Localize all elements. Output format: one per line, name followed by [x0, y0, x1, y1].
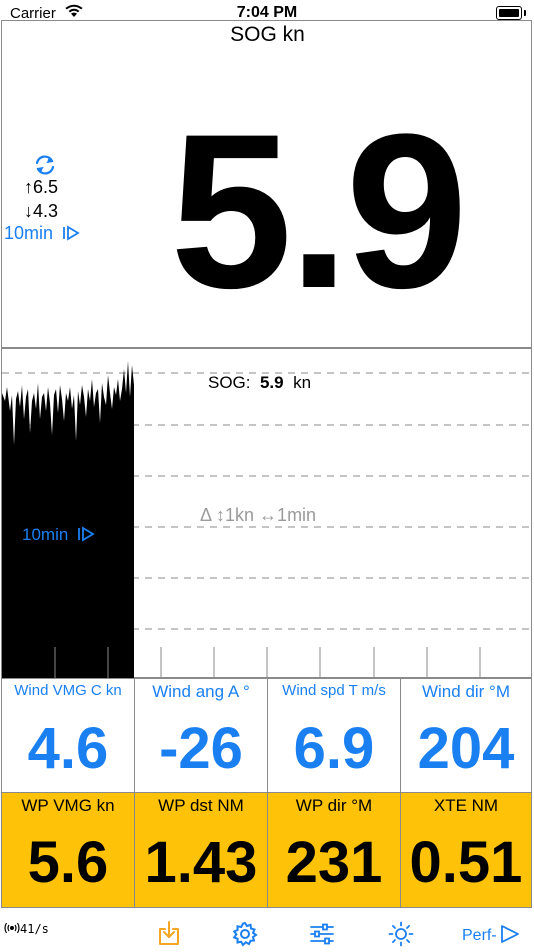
tile-wind-vmg[interactable]: Wind VMG C kn 4.6 — [1, 678, 135, 793]
tile-label: Wind spd T m/s — [282, 682, 386, 699]
update-rate: 41/s — [4, 922, 49, 936]
tile-value: 231 — [285, 830, 383, 895]
play-step-icon — [78, 526, 96, 542]
chart-label-unit: kn — [293, 373, 312, 392]
tile-wind-direction[interactable]: Wind dir °M 204 — [400, 678, 532, 793]
chart-label-value: 5.9 — [259, 373, 284, 392]
chart-range-button[interactable]: 10min — [22, 525, 96, 545]
brightness-icon[interactable] — [388, 921, 414, 952]
tile-xte[interactable]: XTE NM 0.51 — [400, 792, 532, 908]
sog-history-area — [2, 361, 134, 679]
tile-value: -26 — [159, 716, 243, 781]
range-label: 10min — [4, 223, 54, 243]
chart-label-name: SOG: — [208, 373, 251, 392]
tile-label: WP dir °M — [295, 796, 373, 815]
min-value: ↓4.3 — [24, 201, 59, 221]
tile-label: Wind VMG C kn — [14, 682, 122, 699]
tile-value: 5.6 — [27, 830, 109, 895]
tile-wp-direction[interactable]: WP dir °M 231 — [267, 792, 401, 908]
chart-range-label: 10min — [22, 525, 69, 544]
tile-wind-angle[interactable]: Wind ang A ° -26 — [134, 678, 268, 793]
signal-icon — [4, 922, 20, 934]
tile-label: WP dst NM — [158, 796, 244, 815]
tile-label: XTE NM — [433, 796, 499, 815]
update-rate-label: 41/s — [20, 922, 49, 936]
tile-wind-speed[interactable]: Wind spd T m/s 6.9 — [267, 678, 401, 793]
battery-icon — [496, 6, 526, 20]
range-button[interactable]: 10min — [4, 223, 81, 244]
tile-value: 204 — [417, 716, 515, 781]
tile-label: Wind ang A ° — [152, 682, 250, 701]
sog-panel[interactable]: SOG kn 5.9 ↑6.5 ↓4.3 10min — [1, 20, 532, 348]
tile-label: Wind dir °M — [421, 682, 511, 701]
tab-bar: 41/s Perf- — [0, 908, 534, 950]
perf-label: Perf- — [462, 927, 497, 944]
play-step-icon — [63, 225, 80, 241]
sog-history-chart[interactable]: SOG: 5.9 kn Δ ↕1kn ↔1min 10min — [1, 348, 533, 679]
max-value: ↑6.5 — [24, 177, 59, 197]
tile-value: 4.6 — [27, 716, 109, 781]
sog-title: SOG kn — [230, 23, 305, 46]
chart-scale-label: Δ ↕1kn ↔1min — [200, 505, 317, 525]
perf-button[interactable]: Perf- — [462, 924, 521, 945]
tile-label: WP VMG kn — [21, 796, 115, 815]
sog-value: 5.9 — [170, 88, 468, 334]
chart-current-label: SOG: 5.9 kn — [208, 373, 311, 393]
play-icon — [500, 925, 519, 943]
sliders-icon[interactable] — [309, 922, 335, 951]
tile-value: 1.43 — [144, 830, 258, 895]
tile-wp-vmg[interactable]: WP VMG kn 5.6 — [1, 792, 135, 908]
import-icon[interactable] — [157, 920, 181, 951]
tile-value: 0.51 — [409, 830, 523, 895]
tile-wp-distance[interactable]: WP dst NM 1.43 — [134, 792, 268, 908]
tile-value: 6.9 — [293, 716, 375, 781]
gear-icon[interactable] — [232, 921, 258, 952]
